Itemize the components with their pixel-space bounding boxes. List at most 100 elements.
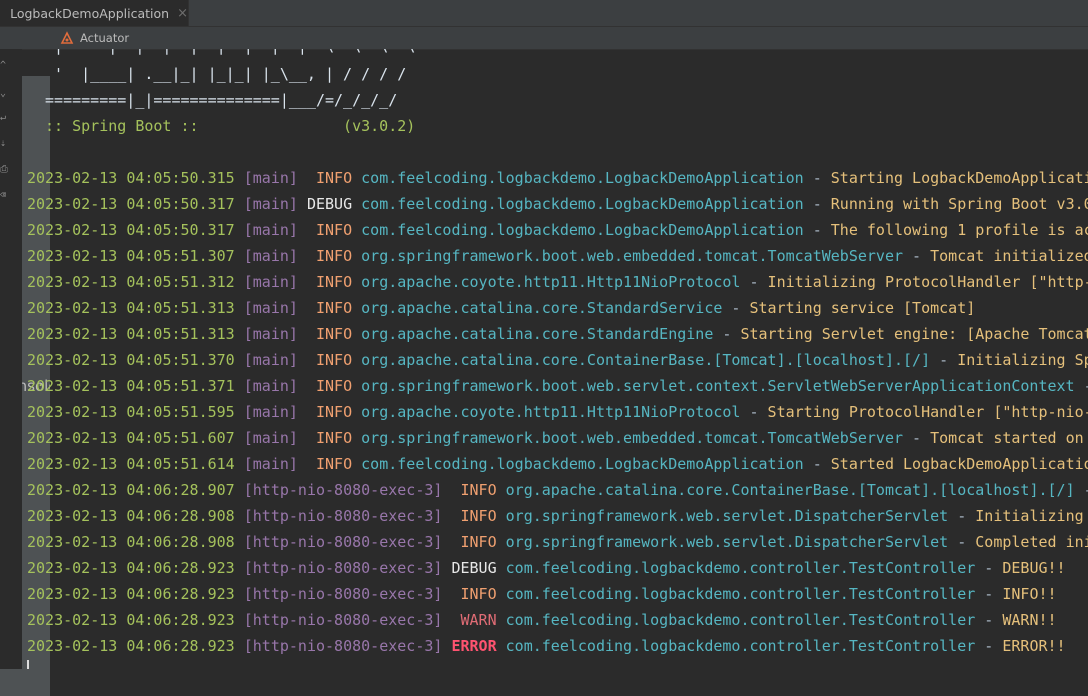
log-level: DEBUG — [451, 559, 496, 577]
log-line: 2023-02-13 04:05:51.312 [main] INFO org.… — [27, 269, 1088, 295]
log-timestamp: 2023-02-13 04:05:51.371 — [27, 377, 235, 395]
log-message: Starting ProtocolHandler ["http-nio- — [768, 403, 1088, 421]
log-line: 2023-02-13 04:05:51.607 [main] INFO org.… — [27, 425, 1084, 451]
log-level: INFO — [451, 533, 496, 551]
log-level: INFO — [307, 429, 352, 447]
log-separator: - — [813, 169, 831, 187]
log-level: INFO — [451, 481, 496, 499]
console-toolbar: ^ ⌄ ↵ ⇣ ⎙ ⌫ — [0, 49, 22, 669]
log-timestamp: 2023-02-13 04:06:28.923 — [27, 559, 235, 577]
log-separator: - — [984, 611, 1002, 629]
log-timestamp: 2023-02-13 04:06:28.907 — [27, 481, 235, 499]
log-separator: - — [1084, 377, 1088, 395]
log-logger: com.feelcoding.logbackdemo.LogbackDemoAp… — [361, 195, 804, 213]
log-timestamp: 2023-02-13 04:06:28.923 — [27, 585, 235, 603]
log-level: INFO — [307, 299, 352, 317]
log-separator: - — [957, 533, 975, 551]
log-thread: [http-nio-8080-exec-3] — [244, 585, 443, 603]
log-line: 2023-02-13 04:06:28.923 [http-nio-8080-e… — [27, 633, 1066, 659]
log-line: 2023-02-13 04:05:50.317 [main] INFO com.… — [27, 217, 1088, 243]
log-thread: [http-nio-8080-exec-3] — [244, 481, 443, 499]
log-level: INFO — [307, 273, 352, 291]
spring-boot-version-line: :: Spring Boot :: (v3.0.2) — [36, 113, 415, 139]
log-separator: - — [731, 299, 749, 317]
log-separator: - — [984, 559, 1002, 577]
log-thread: [main] — [244, 195, 298, 213]
log-separator: - — [813, 195, 831, 213]
banner-line: | ' | | | | | | | | \ \ \ \ — [36, 49, 415, 59]
log-thread: [main] — [244, 247, 298, 265]
log-logger: org.apache.catalina.core.StandardService — [361, 299, 722, 317]
log-timestamp: 2023-02-13 04:06:28.923 — [27, 611, 235, 629]
log-timestamp: 2023-02-13 04:06:28.908 — [27, 507, 235, 525]
log-line: 2023-02-13 04:06:28.908 [http-nio-8080-e… — [27, 503, 1084, 529]
log-thread: [http-nio-8080-exec-3] — [244, 559, 443, 577]
editor-tab-bar: LogbackDemoApplication × — [0, 0, 1088, 27]
log-thread: [main] — [244, 351, 298, 369]
log-line: 2023-02-13 04:05:50.317 [main] DEBUG com… — [27, 191, 1088, 217]
tab-title: LogbackDemoApplication — [10, 6, 169, 21]
log-logger: com.feelcoding.logbackdemo.controller.Te… — [506, 585, 976, 603]
scroll-down-icon[interactable]: ⌄ — [0, 89, 8, 99]
log-message: Completed ini — [975, 533, 1088, 551]
log-thread: [http-nio-8080-exec-3] — [244, 637, 443, 655]
log-logger: org.springframework.boot.web.embedded.to… — [361, 247, 903, 265]
log-level: INFO — [307, 403, 352, 421]
log-thread: [main] — [244, 377, 298, 395]
log-timestamp: 2023-02-13 04:05:50.317 — [27, 221, 235, 239]
log-line: 2023-02-13 04:06:28.908 [http-nio-8080-e… — [27, 529, 1088, 555]
log-logger: com.feelcoding.logbackdemo.controller.Te… — [506, 611, 976, 629]
log-message: ERROR!! — [1002, 637, 1065, 655]
log-thread: [main] — [244, 429, 298, 447]
close-icon[interactable]: × — [177, 6, 188, 21]
log-level: INFO — [307, 377, 352, 395]
rerun-icon[interactable]: ^ — [0, 61, 8, 71]
tab-logback-demo-application[interactable]: LogbackDemoApplication × — [0, 0, 189, 26]
log-timestamp: 2023-02-13 04:05:51.307 — [27, 247, 235, 265]
tool-window-tabs: Console Actuator — [0, 27, 1088, 50]
log-level: INFO — [307, 221, 352, 239]
log-line: 2023-02-13 04:05:51.370 [main] INFO org.… — [27, 347, 1088, 373]
log-line: 2023-02-13 04:05:51.371 [main] INFO org.… — [27, 373, 1088, 399]
log-logger: com.feelcoding.logbackdemo.LogbackDemoAp… — [361, 221, 804, 239]
log-thread: [main] — [244, 273, 298, 291]
log-level: INFO — [307, 325, 352, 343]
scroll-to-end-icon[interactable]: ⇣ — [0, 139, 8, 149]
log-timestamp: 2023-02-13 04:05:51.607 — [27, 429, 235, 447]
log-line: 2023-02-13 04:05:51.307 [main] INFO org.… — [27, 243, 1088, 269]
log-logger: org.apache.coyote.http11.Http11NioProtoc… — [361, 403, 740, 421]
log-level: INFO — [307, 455, 352, 473]
log-timestamp: 2023-02-13 04:06:28.908 — [27, 533, 235, 551]
tab-actuator-label: Actuator — [80, 31, 129, 45]
log-timestamp: 2023-02-13 04:05:50.315 — [27, 169, 235, 187]
log-level: ERROR — [451, 637, 496, 655]
log-logger: org.springframework.web.servlet.Dispatch… — [506, 533, 949, 551]
actuator-icon — [60, 31, 74, 45]
soft-wrap-icon[interactable]: ↵ — [0, 113, 8, 123]
log-level: INFO — [307, 351, 352, 369]
banner-line: =========|_|==============|___/=/_/_/_/ — [36, 87, 397, 113]
log-logger: org.springframework.boot.web.servlet.con… — [361, 377, 1074, 395]
tab-actuator[interactable]: Actuator — [60, 27, 129, 49]
log-separator: - — [912, 247, 930, 265]
log-separator: - — [722, 325, 740, 343]
log-logger: com.feelcoding.logbackdemo.controller.Te… — [506, 637, 976, 655]
log-message: Running with Spring Boot v3.0 — [831, 195, 1088, 213]
log-message: Starting LogbackDemoApplication — [831, 169, 1088, 187]
log-logger: org.apache.catalina.core.ContainerBase.[… — [506, 481, 1075, 499]
log-separator: - — [813, 221, 831, 239]
log-logger: org.springframework.boot.web.embedded.to… — [361, 429, 903, 447]
clear-icon[interactable]: ⌫ — [0, 191, 8, 201]
console-output[interactable]: | ' | | | | | | | | \ \ \ \ ' |____| .__… — [22, 49, 1088, 669]
log-separator: - — [912, 429, 930, 447]
log-message: Tomcat initialized — [930, 247, 1088, 265]
log-level: INFO — [451, 507, 496, 525]
log-thread: [main] — [244, 221, 298, 239]
print-icon[interactable]: ⎙ — [0, 165, 8, 175]
log-line: 2023-02-13 04:05:51.595 [main] INFO org.… — [27, 399, 1088, 425]
log-thread: [main] — [244, 169, 298, 187]
log-logger: org.apache.catalina.core.ContainerBase.[… — [361, 351, 930, 369]
text-cursor — [27, 660, 29, 669]
log-message: The following 1 profile is ac — [831, 221, 1088, 239]
log-thread: [http-nio-8080-exec-3] — [244, 507, 443, 525]
